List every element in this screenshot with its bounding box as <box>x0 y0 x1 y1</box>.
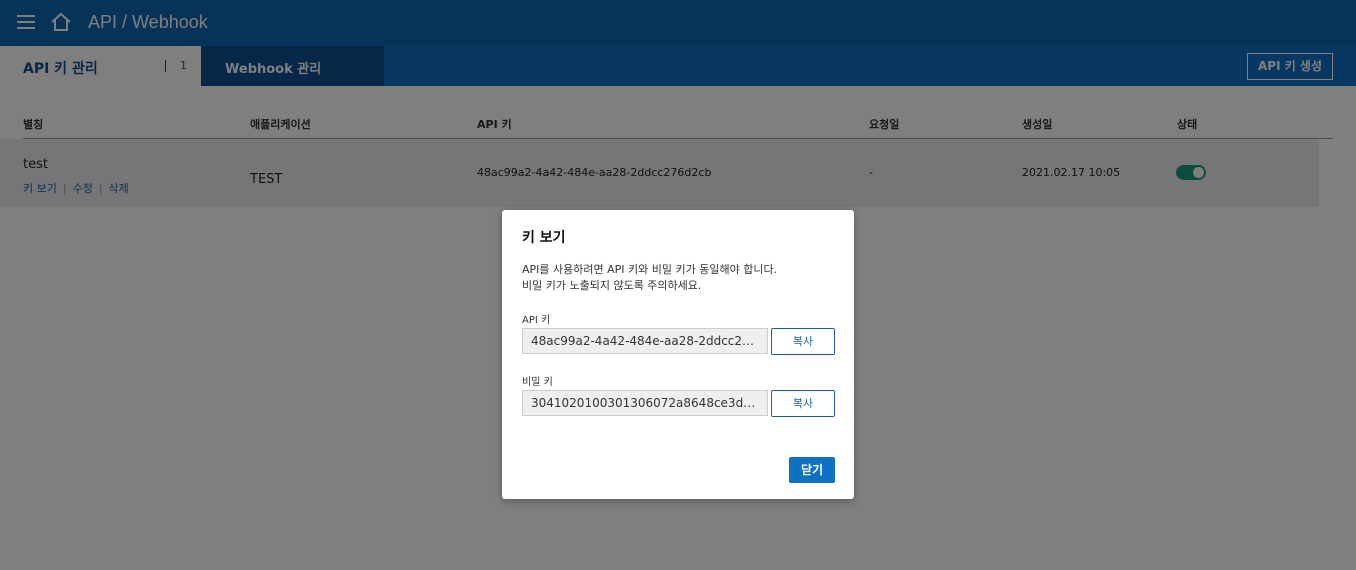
secret-key-label: 비밀 키 <box>522 377 553 388</box>
description-line-2: 비밀 키가 노출되지 않도록 주의하세요. <box>522 279 702 292</box>
close-button[interactable]: 닫기 <box>789 457 835 483</box>
copy-secret-key-button[interactable]: 복사 <box>771 390 835 417</box>
api-key-field[interactable]: 48ac99a2-4a42-484e-aa28-2ddcc276d2cb <box>522 328 768 354</box>
dialog-title: 키 보기 <box>522 230 566 246</box>
dialog-description: API를 사용하려면 API 키와 비밀 키가 동일해야 합니다. 비밀 키가 … <box>522 262 842 294</box>
description-line-1: API를 사용하려면 API 키와 비밀 키가 동일해야 합니다. <box>522 263 778 276</box>
view-key-dialog: 키 보기 API를 사용하려면 API 키와 비밀 키가 동일해야 합니다. 비… <box>502 210 854 499</box>
secret-key-field[interactable]: 3041020100301306072a8648ce3d020106082a86… <box>522 390 768 416</box>
copy-api-key-button[interactable]: 복사 <box>771 328 835 355</box>
api-key-label: API 키 <box>522 315 551 326</box>
